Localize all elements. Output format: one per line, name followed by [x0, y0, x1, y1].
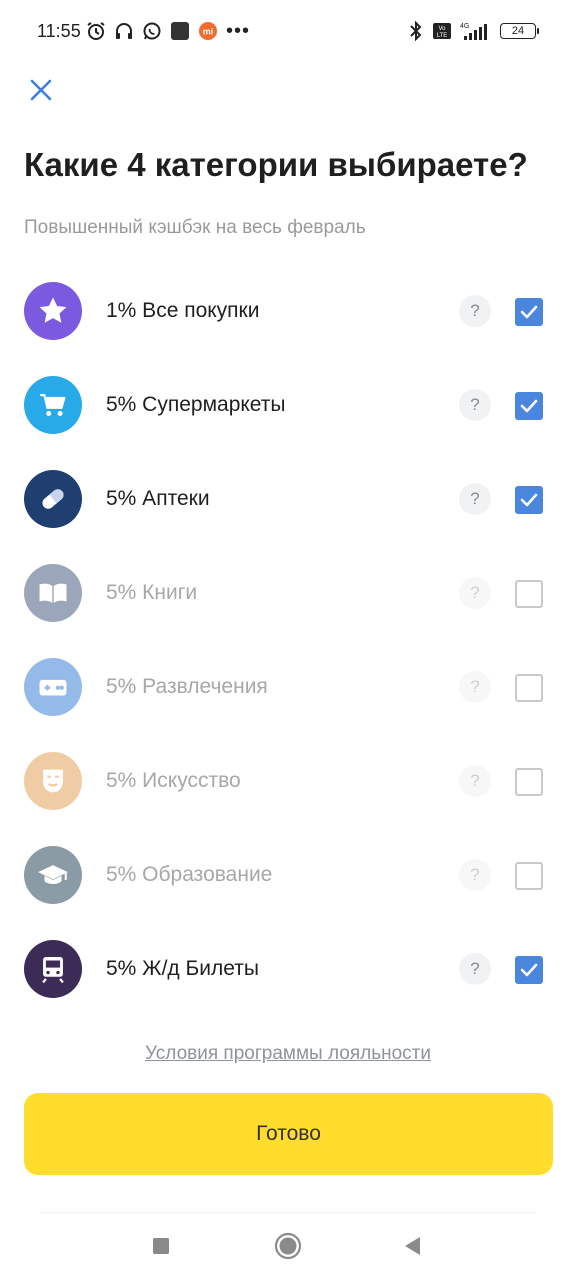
checkmark-icon: [520, 399, 538, 413]
status-left-icons: mi •••: [86, 20, 250, 42]
help-button[interactable]: ?: [459, 295, 491, 327]
done-button[interactable]: Готово: [24, 1093, 553, 1175]
cart-icon: [24, 376, 82, 434]
svg-text:LTE: LTE: [437, 33, 448, 39]
signal-4g-icon: 4G: [458, 21, 494, 41]
close-button[interactable]: [24, 73, 58, 107]
category-label: 5% Развлечения: [106, 675, 268, 698]
system-nav-bar: [40, 1212, 536, 1280]
category-label: 5% Искусство: [106, 769, 241, 792]
alarm-icon: [86, 21, 106, 41]
status-time: 11:55: [37, 21, 81, 41]
svg-text:Vo: Vo: [438, 26, 446, 32]
close-icon: [30, 79, 52, 101]
category-row-railway-tickets[interactable]: 5% Ж/д Билеты ?: [0, 922, 576, 1016]
help-button[interactable]: ?: [459, 483, 491, 515]
bluetooth-icon: [406, 21, 426, 41]
category-checkbox[interactable]: [515, 486, 543, 514]
category-label: 5% Супермаркеты: [106, 393, 286, 416]
page-title: Какие 4 категории выбираете?: [24, 146, 528, 183]
category-label: 5% Аптеки: [106, 487, 210, 510]
star-icon: [24, 282, 82, 340]
help-button[interactable]: ?: [459, 389, 491, 421]
train-icon: [24, 940, 82, 998]
category-row-supermarkets[interactable]: 5% Супермаркеты ?: [0, 358, 576, 452]
recents-button[interactable]: [146, 1231, 176, 1261]
category-checkbox[interactable]: [515, 392, 543, 420]
square-icon: [153, 1238, 169, 1254]
help-button[interactable]: ?: [459, 577, 491, 609]
category-checkbox[interactable]: [515, 956, 543, 984]
category-checkbox[interactable]: [515, 768, 543, 796]
category-checkbox[interactable]: [515, 298, 543, 326]
status-right-icons: Vo LTE 4G 24: [406, 20, 539, 42]
app-square-icon: [170, 21, 190, 41]
category-checkbox[interactable]: [515, 580, 543, 608]
help-button[interactable]: ?: [459, 953, 491, 985]
back-button[interactable]: [398, 1231, 428, 1261]
checkmark-icon: [520, 493, 538, 507]
circle-icon: [274, 1232, 302, 1260]
category-row-books[interactable]: 5% Книги ?: [0, 546, 576, 640]
battery-icon: 24: [500, 23, 539, 39]
help-button[interactable]: ?: [459, 765, 491, 797]
category-list: 1% Все покупки ? 5% Супермаркеты ? 5% Ап…: [0, 264, 576, 1016]
category-row-entertainment[interactable]: 5% Развлечения ?: [0, 640, 576, 734]
graduation-cap-icon: [24, 846, 82, 904]
triangle-back-icon: [405, 1237, 420, 1255]
headphones-icon: [114, 21, 134, 41]
help-button[interactable]: ?: [459, 671, 491, 703]
category-label: 1% Все покупки: [106, 299, 260, 322]
volte-icon: Vo LTE: [432, 21, 452, 41]
category-row-education[interactable]: 5% Образование ?: [0, 828, 576, 922]
pill-icon: [24, 470, 82, 528]
page-subtitle: Повышенный кэшбэк на весь февраль: [24, 217, 366, 238]
help-button[interactable]: ?: [459, 859, 491, 891]
category-checkbox[interactable]: [515, 674, 543, 702]
loyalty-terms-link[interactable]: Условия программы лояльности: [0, 1043, 576, 1065]
mi-icon: mi: [198, 21, 218, 41]
category-label: 5% Ж/д Билеты: [106, 957, 259, 980]
category-checkbox[interactable]: [515, 862, 543, 890]
svg-text:mi: mi: [203, 27, 214, 37]
category-row-art[interactable]: 5% Искусство ?: [0, 734, 576, 828]
category-label: 5% Образование: [106, 863, 273, 886]
more-notifications-icon: •••: [226, 20, 251, 42]
home-button[interactable]: [273, 1231, 303, 1261]
book-icon: [24, 564, 82, 622]
svg-text:4G: 4G: [460, 23, 469, 30]
gamepad-icon: [24, 658, 82, 716]
status-bar: 11:55 mi ••• Vo LTE 4G 24: [0, 0, 576, 62]
category-row-all-purchases[interactable]: 1% Все покупки ?: [0, 264, 576, 358]
category-label: 5% Книги: [106, 581, 198, 604]
checkmark-icon: [520, 305, 538, 319]
theater-mask-icon: [24, 752, 82, 810]
whatsapp-icon: [142, 21, 162, 41]
category-row-pharmacies[interactable]: 5% Аптеки ?: [0, 452, 576, 546]
checkmark-icon: [520, 963, 538, 977]
